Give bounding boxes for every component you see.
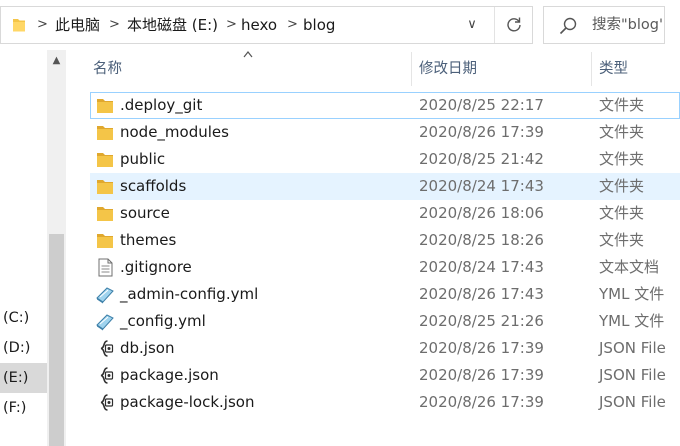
- nav-scrollbar-thumb[interactable]: [49, 234, 64, 446]
- file-date-modified: 2020/8/26 18:06: [419, 204, 544, 222]
- nav-item-drive-c[interactable]: (C:): [0, 303, 47, 333]
- column-divider[interactable]: [591, 52, 592, 86]
- breadcrumb-hexo[interactable]: hexo: [241, 7, 277, 43]
- file-name: db.json: [120, 339, 175, 357]
- nav-item-drive-e[interactable]: (E:): [0, 363, 47, 393]
- file-row-package-lock-json[interactable]: package-lock.json 2020/8/26 17:39 JSON Fil…: [90, 389, 680, 416]
- file-row-node-modules[interactable]: node_modules 2020/8/26 17:39 文件夹: [90, 119, 680, 146]
- breadcrumb-separator-icon[interactable]: >: [109, 7, 120, 43]
- file-type: 文件夹: [599, 204, 645, 222]
- search-box[interactable]: [543, 6, 665, 44]
- folder-icon: [97, 207, 113, 221]
- file-type: 文件夹: [599, 231, 645, 249]
- file-name: package-lock.json: [120, 393, 255, 411]
- file-row-config-yml[interactable]: _config.yml 2020/8/25 21:26 YML 文件: [90, 308, 680, 335]
- file-row-scaffolds[interactable]: scaffolds 2020/8/24 17:43 文件夹: [90, 173, 680, 200]
- file-type: YML 文件: [599, 312, 665, 330]
- sort-ascending-icon: [243, 51, 253, 58]
- file-date-modified: 2020/8/25 22:17: [419, 96, 544, 114]
- address-bar[interactable]: > 此电脑 > 本地磁盘 (E:) > hexo > blog ∨: [0, 6, 533, 44]
- file-row-package-json[interactable]: package.json 2020/8/26 17:39 JSON File: [90, 362, 680, 389]
- file-type: JSON File: [599, 393, 666, 411]
- nav-scrollbar[interactable]: ▲: [47, 50, 66, 446]
- column-header-date-modified[interactable]: 修改日期: [419, 56, 477, 82]
- folder-icon: [97, 126, 113, 140]
- scroll-up-arrow-icon[interactable]: ▲: [47, 50, 66, 72]
- json-file-icon: [100, 394, 114, 411]
- file-type: 文件夹: [599, 96, 645, 114]
- file-date-modified: 2020/8/25 21:42: [419, 150, 544, 168]
- search-icon: [559, 17, 577, 35]
- file-name: node_modules: [120, 123, 229, 141]
- nav-item-drive-f[interactable]: (F:): [0, 393, 47, 423]
- file-date-modified: 2020/8/26 17:39: [419, 339, 544, 357]
- refresh-icon: [506, 17, 521, 32]
- breadcrumb-separator-icon[interactable]: >: [37, 7, 48, 43]
- folder-icon: [13, 19, 25, 32]
- column-header-type[interactable]: 类型: [599, 56, 628, 82]
- file-name: package.json: [120, 366, 219, 384]
- file-row-admin-config-yml[interactable]: _admin-config.yml 2020/8/26 17:43 YML 文件: [90, 281, 680, 308]
- file-name: source: [120, 204, 170, 222]
- json-file-icon: [100, 367, 114, 384]
- file-name: _admin-config.yml: [120, 285, 259, 303]
- folder-icon: [97, 234, 113, 248]
- file-type: 文件夹: [599, 177, 645, 195]
- column-divider[interactable]: [411, 52, 412, 86]
- file-name: themes: [120, 231, 177, 249]
- file-name: scaffolds: [120, 177, 187, 195]
- file-name: _config.yml: [120, 312, 206, 330]
- yml-file-icon: [96, 314, 114, 331]
- file-name: public: [120, 150, 166, 168]
- folder-icon: [97, 180, 113, 194]
- folder-icon: [97, 153, 113, 167]
- file-date-modified: 2020/8/26 17:39: [419, 393, 544, 411]
- file-date-modified: 2020/8/25 21:26: [419, 312, 544, 330]
- file-name: .gitignore: [120, 258, 192, 276]
- address-dropdown-chevron-down-icon[interactable]: ∨: [458, 7, 486, 43]
- file-type: 文本文档: [599, 258, 660, 276]
- file-date-modified: 2020/8/26 17:39: [419, 123, 544, 141]
- file-type: JSON File: [599, 339, 666, 357]
- text-file-icon: [98, 258, 113, 277]
- breadcrumb-blog[interactable]: blog: [303, 7, 335, 43]
- file-date-modified: 2020/8/24 17:43: [419, 177, 544, 195]
- file-date-modified: 2020/8/24 17:43: [419, 258, 544, 276]
- folder-icon: [97, 99, 113, 113]
- json-file-icon: [100, 340, 114, 357]
- file-name: .deploy_git: [120, 96, 203, 114]
- file-row-public[interactable]: public 2020/8/25 21:42 文件夹: [90, 146, 680, 173]
- breadcrumb-separator-icon[interactable]: >: [287, 7, 298, 43]
- search-input[interactable]: [592, 7, 662, 43]
- file-type: 文件夹: [599, 150, 645, 168]
- file-row-themes[interactable]: themes 2020/8/25 18:26 文件夹: [90, 227, 680, 254]
- refresh-button[interactable]: [494, 7, 532, 43]
- file-row-gitignore[interactable]: .gitignore 2020/8/24 17:43 文本文档: [90, 254, 680, 281]
- breadcrumb-this-pc[interactable]: 此电脑: [55, 7, 100, 43]
- breadcrumb-local-disk-e[interactable]: 本地磁盘 (E:): [127, 7, 218, 43]
- file-date-modified: 2020/8/26 17:39: [419, 366, 544, 384]
- nav-item-drive-d[interactable]: (D:): [0, 333, 47, 363]
- file-type: YML 文件: [599, 285, 665, 303]
- file-row-db-json[interactable]: db.json 2020/8/26 17:39 JSON File: [90, 335, 680, 362]
- yml-file-icon: [96, 287, 114, 304]
- column-header-name[interactable]: 名称: [93, 56, 122, 82]
- file-date-modified: 2020/8/26 17:43: [419, 285, 544, 303]
- breadcrumb-separator-icon[interactable]: >: [226, 7, 237, 43]
- file-type: JSON File: [599, 366, 666, 384]
- file-row-source[interactable]: source 2020/8/26 18:06 文件夹: [90, 200, 680, 227]
- file-date-modified: 2020/8/25 18:26: [419, 231, 544, 249]
- file-row-deploy-git[interactable]: .deploy_git 2020/8/25 22:17 文件夹: [90, 92, 680, 119]
- file-type: 文件夹: [599, 123, 645, 141]
